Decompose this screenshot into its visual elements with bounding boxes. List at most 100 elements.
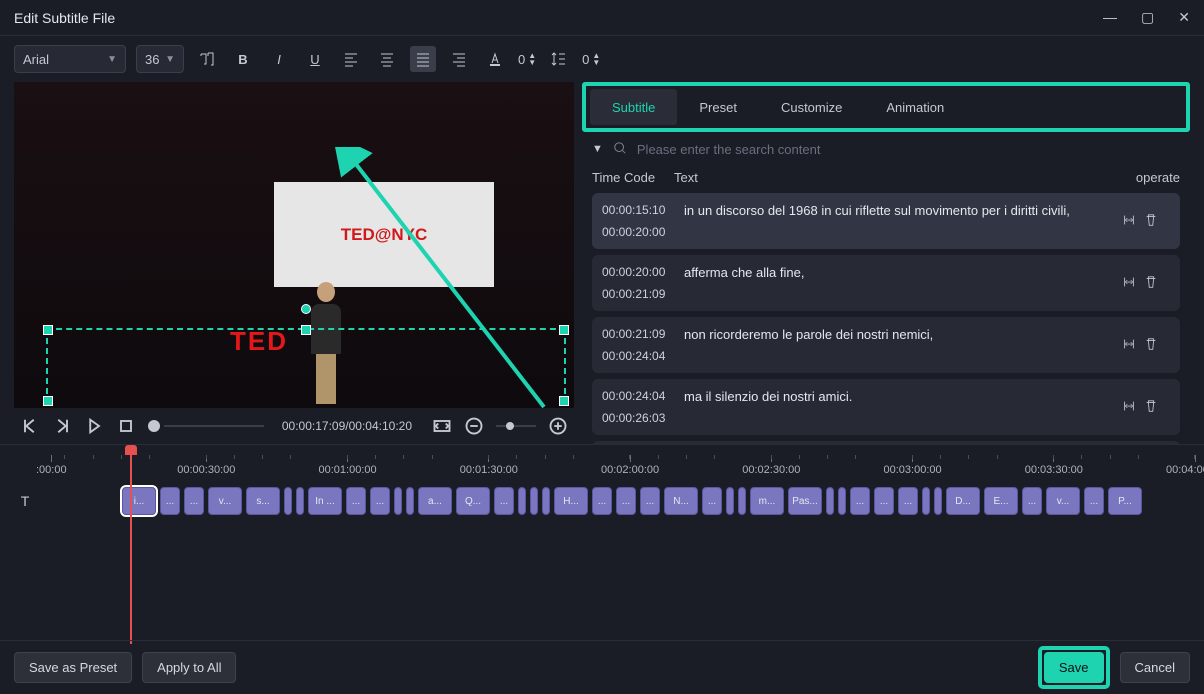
- underline-icon[interactable]: U: [302, 46, 328, 72]
- split-icon[interactable]: [1122, 337, 1136, 354]
- line-spacing-stepper[interactable]: ▲▼: [592, 52, 600, 66]
- timeline-clip[interactable]: [922, 487, 930, 515]
- timeline-clip[interactable]: [530, 487, 538, 515]
- timeline-clip[interactable]: ...: [850, 487, 870, 515]
- close-icon[interactable]: ✕: [1178, 9, 1190, 26]
- timeline-clip[interactable]: ...: [160, 487, 180, 515]
- timeline-clip[interactable]: ...: [592, 487, 612, 515]
- line-spacing-icon[interactable]: [546, 46, 572, 72]
- timeline-clip[interactable]: v...: [1046, 487, 1080, 515]
- split-icon[interactable]: [1122, 275, 1136, 292]
- delete-icon[interactable]: [1144, 399, 1158, 416]
- timeline-clip[interactable]: ...: [1084, 487, 1104, 515]
- timeline-clip[interactable]: Q...: [456, 487, 490, 515]
- subtitle-row[interactable]: 00:00:24:0400:00:26:03 ma il silenzio de…: [592, 379, 1180, 435]
- subtitle-row[interactable]: 00:00:20:0000:00:21:09 afferma che alla …: [592, 255, 1180, 311]
- delete-icon[interactable]: [1144, 337, 1158, 354]
- timeline-clip[interactable]: In ...: [308, 487, 342, 515]
- align-center-icon[interactable]: [374, 46, 400, 72]
- align-right-icon[interactable]: [446, 46, 472, 72]
- timeline-clip[interactable]: ...: [898, 487, 918, 515]
- split-icon[interactable]: [1122, 399, 1136, 416]
- tab-subtitle[interactable]: Subtitle: [590, 89, 677, 125]
- font-family-select[interactable]: Arial ▼: [14, 45, 126, 73]
- scrub-knob[interactable]: [148, 420, 160, 432]
- fit-screen-icon[interactable]: [432, 416, 452, 436]
- timeline-clip[interactable]: N...: [664, 487, 698, 515]
- row-text[interactable]: in un discorso del 1968 in cui riflette …: [674, 201, 1122, 241]
- subtitle-row[interactable]: 00:00:15:1000:00:20:00 in un discorso de…: [592, 193, 1180, 249]
- timeline-clip[interactable]: ...: [346, 487, 366, 515]
- timeline-clip[interactable]: v...: [208, 487, 242, 515]
- search-input[interactable]: [637, 142, 1180, 157]
- timeline-clip[interactable]: ...: [1022, 487, 1042, 515]
- chevron-down-icon[interactable]: ▼: [592, 143, 603, 155]
- zoom-in-icon[interactable]: [548, 416, 568, 436]
- save-button[interactable]: Save: [1044, 652, 1104, 683]
- character-panel-icon[interactable]: [194, 46, 220, 72]
- timeline-clip[interactable]: E...: [984, 487, 1018, 515]
- tab-customize[interactable]: Customize: [759, 89, 864, 125]
- timeline-clip[interactable]: [296, 487, 304, 515]
- italic-icon[interactable]: I: [266, 46, 292, 72]
- bold-icon[interactable]: B: [230, 46, 256, 72]
- timeline-clip[interactable]: [394, 487, 402, 515]
- timeline-clip[interactable]: [284, 487, 292, 515]
- timeline-clip[interactable]: ...: [616, 487, 636, 515]
- timeline-clip[interactable]: ...: [702, 487, 722, 515]
- row-text[interactable]: non ricorderemo le parole dei nostri nem…: [674, 325, 1122, 365]
- timeline-clip[interactable]: H...: [554, 487, 588, 515]
- timeline-clip[interactable]: D...: [946, 487, 980, 515]
- zoom-out-icon[interactable]: [464, 416, 484, 436]
- play-icon[interactable]: [84, 416, 104, 436]
- timeline-clip[interactable]: [406, 487, 414, 515]
- align-justify-icon[interactable]: [410, 46, 436, 72]
- timeline-clip[interactable]: [934, 487, 942, 515]
- timeline-clip[interactable]: [726, 487, 734, 515]
- timeline-clip[interactable]: Pas...: [788, 487, 822, 515]
- split-icon[interactable]: [1122, 213, 1136, 230]
- timeline-clip[interactable]: m...: [750, 487, 784, 515]
- timeline-clip[interactable]: ...: [640, 487, 660, 515]
- selection-box[interactable]: [46, 328, 566, 408]
- next-frame-icon[interactable]: [52, 416, 72, 436]
- delete-icon[interactable]: [1144, 213, 1158, 230]
- zoom-slider[interactable]: [496, 425, 536, 427]
- minimize-icon[interactable]: —: [1103, 9, 1117, 26]
- scrub-track[interactable]: [164, 425, 264, 427]
- timeline-clip[interactable]: a...: [418, 487, 452, 515]
- timeline-clip[interactable]: [826, 487, 834, 515]
- search-icon[interactable]: [613, 141, 627, 158]
- row-text[interactable]: afferma che alla fine,: [674, 263, 1122, 303]
- timeline-clip[interactable]: [542, 487, 550, 515]
- timeline-clip[interactable]: ...: [874, 487, 894, 515]
- align-left-icon[interactable]: [338, 46, 364, 72]
- timeline-ruler[interactable]: :00:0000:00:30:0000:01:00:0000:01:30:000…: [36, 455, 1190, 479]
- cancel-button[interactable]: Cancel: [1120, 652, 1190, 683]
- playhead[interactable]: [130, 451, 132, 644]
- apply-all-button[interactable]: Apply to All: [142, 652, 236, 683]
- subtitle-row[interactable]: 00:00:21:0900:00:24:04 non ricorderemo l…: [592, 317, 1180, 373]
- clips-container[interactable]: i.........v...s...In .........a...Q.....…: [36, 487, 1190, 515]
- tab-animation[interactable]: Animation: [864, 89, 966, 125]
- timeline-clip[interactable]: ...: [494, 487, 514, 515]
- timeline-clip[interactable]: s...: [246, 487, 280, 515]
- delete-icon[interactable]: [1144, 275, 1158, 292]
- row-text[interactable]: ma il silenzio dei nostri amici.: [674, 387, 1122, 427]
- timeline-clip[interactable]: [518, 487, 526, 515]
- timeline-clip[interactable]: ...: [184, 487, 204, 515]
- maximize-icon[interactable]: ▢: [1141, 9, 1154, 26]
- save-preset-button[interactable]: Save as Preset: [14, 652, 132, 683]
- prev-frame-icon[interactable]: [20, 416, 40, 436]
- timeline-clip[interactable]: ...: [370, 487, 390, 515]
- text-color-icon[interactable]: [482, 46, 508, 72]
- timeline-clip[interactable]: i...: [122, 487, 156, 515]
- tab-preset[interactable]: Preset: [677, 89, 759, 125]
- video-preview[interactable]: TED@NYC TED in un discorso del 1968 in c…: [14, 82, 574, 408]
- timeline-clip[interactable]: [838, 487, 846, 515]
- timeline-clip[interactable]: [738, 487, 746, 515]
- font-size-select[interactable]: 36 ▼: [136, 45, 184, 73]
- timeline-clip[interactable]: P...: [1108, 487, 1142, 515]
- letter-spacing-stepper[interactable]: ▲▼: [528, 52, 536, 66]
- stop-icon[interactable]: [116, 416, 136, 436]
